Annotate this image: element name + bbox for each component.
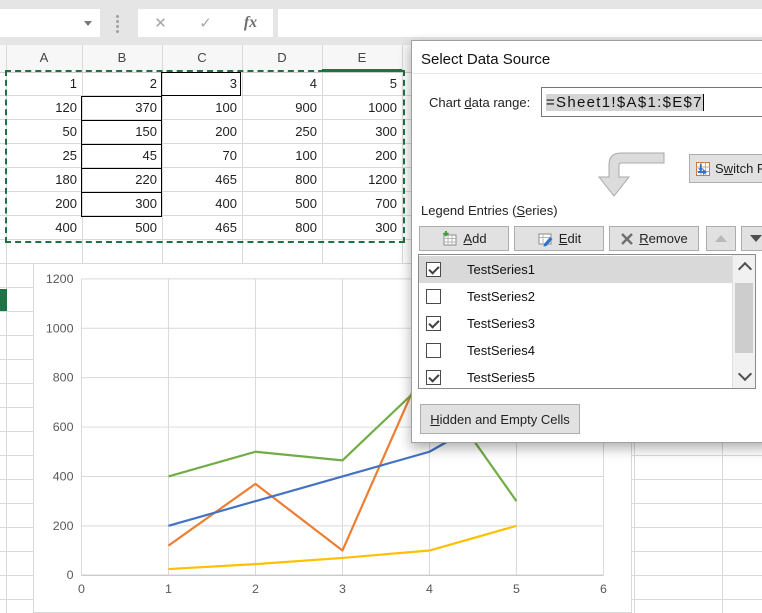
name-box-dropdown-icon[interactable] — [84, 21, 92, 26]
scroll-up-icon[interactable] — [738, 262, 752, 276]
svg-text:3: 3 — [339, 582, 346, 596]
series-name: TestSeries2 — [467, 289, 535, 304]
legend-entries-label: Legend Entries (Series) — [421, 203, 558, 218]
add-icon — [441, 231, 458, 247]
scrollbar-thumb[interactable] — [735, 283, 753, 353]
text-caret — [703, 94, 704, 111]
svg-text:0: 0 — [67, 568, 74, 582]
svg-text:0: 0 — [78, 582, 85, 596]
switch-row-column-button[interactable]: Switch Row/Column — [689, 154, 762, 183]
svg-text:400: 400 — [53, 469, 74, 483]
move-down-button[interactable] — [741, 226, 762, 251]
series-checkbox[interactable] — [426, 289, 441, 304]
switch-button-label: Switch Row/Column — [715, 161, 762, 176]
selected-cell-fill — [0, 289, 7, 311]
insert-function-icon[interactable]: fx — [234, 14, 268, 32]
formula-bar-strip: ✕ ✓ fx — [0, 0, 762, 45]
svg-text:6: 6 — [600, 582, 607, 596]
svg-text:4: 4 — [426, 582, 433, 596]
svg-text:1200: 1200 — [46, 272, 74, 286]
series-checkbox[interactable] — [426, 343, 441, 358]
series-name: TestSeries5 — [467, 370, 535, 385]
name-box[interactable] — [0, 9, 100, 37]
listbox-scrollbar[interactable] — [732, 255, 755, 388]
series-name: TestSeries1 — [467, 262, 535, 277]
svg-text:5: 5 — [513, 582, 520, 596]
down-arrow-icon — [750, 235, 762, 242]
select-data-source-dialog: Select Data Source Chart data range: =Sh… — [411, 40, 762, 443]
svg-text:200: 200 — [53, 519, 74, 533]
series-checkbox[interactable] — [426, 262, 441, 277]
column-header-D[interactable]: D — [242, 45, 322, 71]
series-listbox: TestSeries1 TestSeries2 TestSeries3 TestSer… — [418, 254, 756, 389]
up-arrow-icon — [715, 235, 727, 242]
series-list-item[interactable]: TestSeries2 — [419, 283, 733, 310]
marching-ants-selection — [5, 70, 405, 243]
remove-series-button[interactable]: Remove — [609, 226, 699, 251]
edit-series-button[interactable]: Edit — [514, 226, 604, 251]
column-header-A[interactable]: A — [6, 45, 82, 71]
scroll-down-icon[interactable] — [738, 367, 752, 381]
enter-icon[interactable]: ✓ — [189, 14, 223, 32]
remove-icon — [620, 232, 634, 246]
column-header-C[interactable]: C — [162, 45, 242, 71]
series-checkbox[interactable] — [426, 370, 441, 385]
series-name: TestSeries3 — [467, 316, 535, 331]
svg-text:1000: 1000 — [46, 321, 74, 335]
svg-text:600: 600 — [53, 420, 74, 434]
hidden-and-empty-cells-button[interactable]: Hidden and Empty Cells — [420, 404, 580, 434]
chart-data-range-input[interactable]: =Sheet1!$A$1:$E$7 — [541, 87, 762, 117]
excel-window: ✕ ✓ fx ABCDE 123451203701009001000501502… — [0, 0, 762, 613]
add-series-button[interactable]: Add — [419, 226, 509, 251]
series-list-item[interactable]: TestSeries1 — [419, 256, 733, 283]
column-header-B[interactable]: B — [82, 45, 162, 71]
dialog-title-separator — [412, 73, 762, 74]
formula-buttons: ✕ ✓ fx — [138, 9, 273, 37]
series-name: TestSeries4 — [467, 343, 535, 358]
column-header-E[interactable]: E — [322, 45, 402, 71]
switch-direction-arrow-icon — [585, 146, 705, 206]
dialog-title: Select Data Source — [421, 51, 550, 68]
series-list-item[interactable]: TestSeries4 — [419, 337, 733, 364]
svg-text:800: 800 — [53, 371, 74, 385]
svg-text:2: 2 — [252, 582, 259, 596]
separator-dots-icon — [116, 13, 119, 35]
switch-row-column-icon — [695, 161, 711, 177]
formula-input[interactable] — [278, 9, 762, 37]
edit-icon — [537, 231, 554, 247]
series-checkbox[interactable] — [426, 316, 441, 331]
svg-text:1: 1 — [165, 582, 172, 596]
series-list-item[interactable]: TestSeries3 — [419, 310, 733, 337]
move-up-button[interactable] — [706, 226, 736, 251]
cancel-icon[interactable]: ✕ — [144, 14, 178, 32]
selected-text: =Sheet1!$A$1:$E$7 — [546, 94, 703, 111]
series-list-item[interactable]: TestSeries5 — [419, 364, 733, 391]
chart-data-range-label: Chart data range: — [429, 95, 530, 110]
